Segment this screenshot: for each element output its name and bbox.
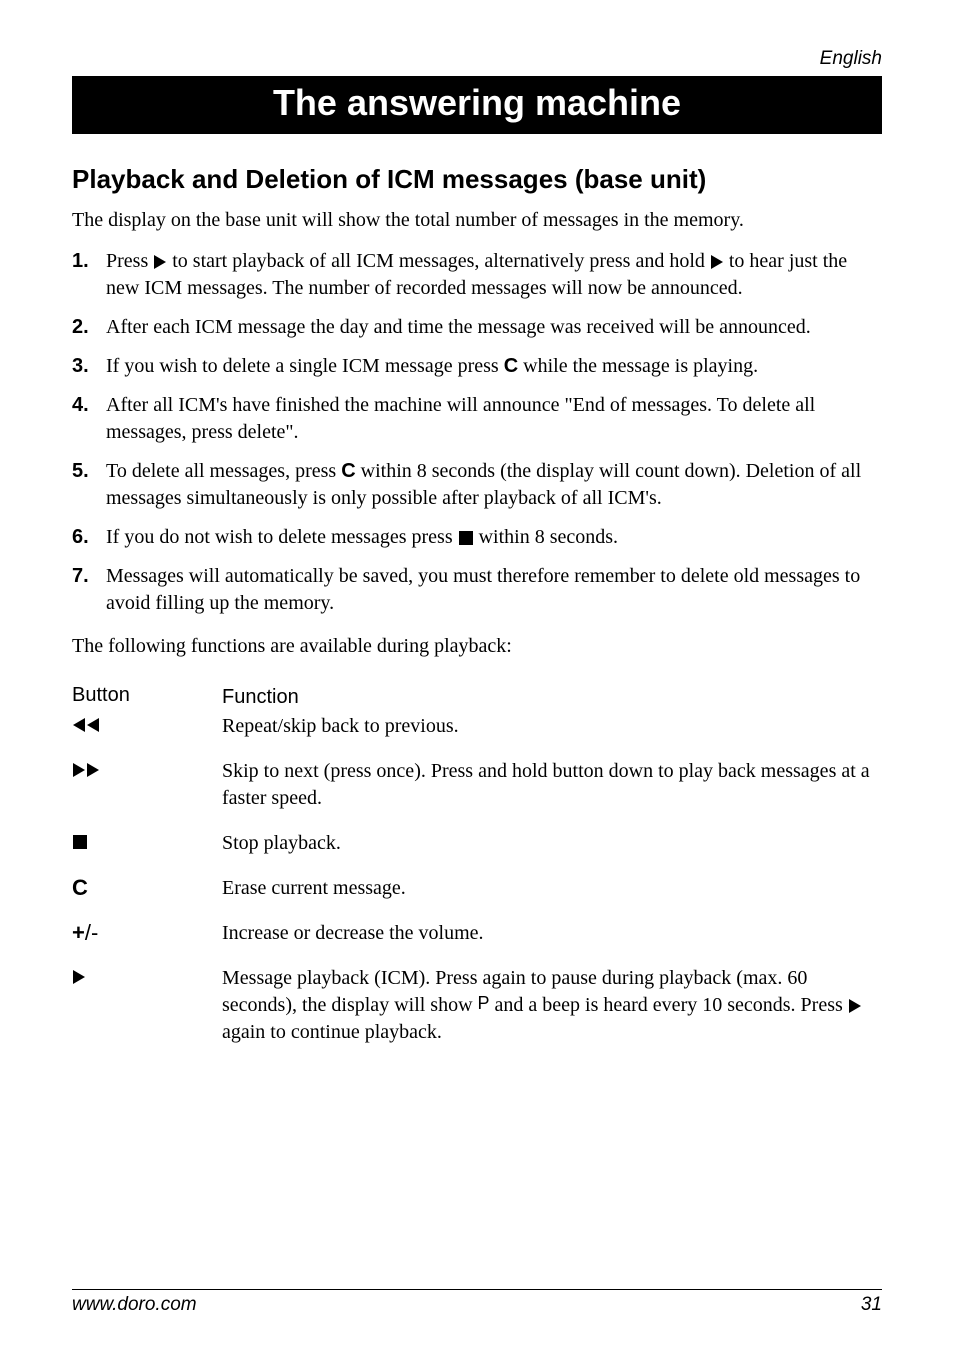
c-button-label: C (341, 460, 355, 482)
step-4: After all ICM's have finished the machin… (72, 392, 882, 446)
table-row: Skip to next (press once). Press and hol… (72, 758, 882, 812)
c-button-label: C (504, 355, 518, 377)
intro-paragraph: The display on the base unit will show t… (72, 207, 882, 234)
step-text: If you wish to delete a single ICM messa… (106, 355, 504, 377)
function-cell: Increase or decrease the volume. (222, 920, 882, 947)
step-5: To delete all messages, press C within 8… (72, 458, 882, 512)
function-text: again to continue playback. (222, 1021, 442, 1043)
function-cell: Stop playback. (222, 830, 882, 857)
button-cell (72, 965, 222, 1046)
table-row: Message playback (ICM). Press again to p… (72, 965, 882, 1046)
plus-label: + (72, 920, 85, 945)
step-1: Press to start playback of all ICM messa… (72, 248, 882, 302)
table-row: Stop playback. (72, 830, 882, 857)
page-footer: www.doro.com 31 (72, 1289, 882, 1316)
functions-intro: The following functions are available du… (72, 633, 882, 660)
button-cell (72, 830, 222, 857)
pause-p-icon: P (478, 991, 490, 1015)
step-6: If you do not wish to delete messages pr… (72, 524, 882, 551)
rewind-icon (87, 718, 99, 732)
button-cell: C (72, 875, 222, 902)
table-row: Repeat/skip back to previous. (72, 713, 882, 740)
functions-table: Button Function Repeat/skip back to prev… (72, 684, 882, 1046)
play-icon (73, 970, 85, 984)
minus-label: - (91, 920, 98, 945)
step-3: If you wish to delete a single ICM messa… (72, 353, 882, 380)
step-text: while the message is playing. (518, 355, 758, 377)
button-cell (72, 713, 222, 740)
rewind-icon (73, 718, 85, 732)
table-header: Button Function (72, 684, 882, 711)
button-cell (72, 758, 222, 812)
play-icon (711, 255, 723, 269)
step-text: Press (106, 250, 153, 272)
step-2: After each ICM message the day and time … (72, 314, 882, 341)
footer-url: www.doro.com (72, 1294, 197, 1316)
play-icon (849, 999, 861, 1013)
title-bar: The answering machine (72, 76, 882, 134)
table-row: C Erase current message. (72, 875, 882, 902)
stop-icon (73, 835, 87, 849)
forward-icon (73, 763, 85, 777)
table-row: +/- Increase or decrease the volume. (72, 920, 882, 947)
section-heading: Playback and Deletion of ICM messages (b… (72, 164, 882, 195)
header-function: Function (222, 684, 882, 711)
function-text: and a beep is heard every 10 seconds. Pr… (490, 994, 848, 1016)
step-text: To delete all messages, press (106, 460, 341, 482)
page-number: 31 (861, 1294, 882, 1316)
steps-list: Press to start playback of all ICM messa… (72, 248, 882, 617)
forward-icon (87, 763, 99, 777)
play-icon (154, 255, 166, 269)
step-text: If you do not wish to delete messages pr… (106, 526, 458, 548)
step-7: Messages will automatically be saved, yo… (72, 563, 882, 617)
function-cell: Erase current message. (222, 875, 882, 902)
language-label: English (72, 48, 882, 70)
button-cell: +/- (72, 920, 222, 947)
stop-icon (459, 531, 473, 545)
function-cell: Skip to next (press once). Press and hol… (222, 758, 882, 812)
function-cell: Repeat/skip back to previous. (222, 713, 882, 740)
step-text: to start playback of all ICM messages, a… (167, 250, 710, 272)
header-button: Button (72, 684, 222, 711)
step-text: within 8 seconds. (474, 526, 618, 548)
function-cell: Message playback (ICM). Press again to p… (222, 965, 882, 1046)
